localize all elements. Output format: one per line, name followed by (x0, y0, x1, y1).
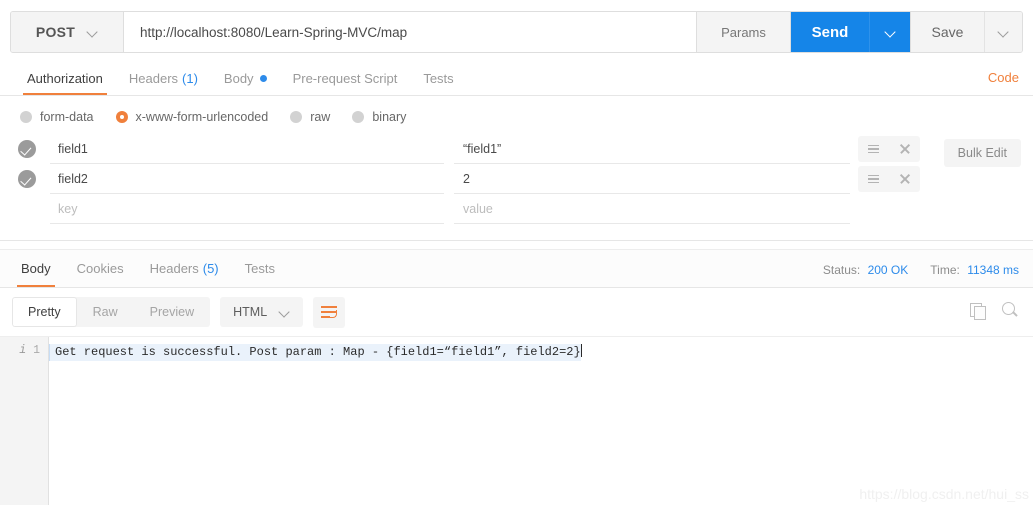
response-tab-tests[interactable]: Tests (232, 250, 288, 287)
row-actions (858, 166, 920, 192)
tab-authorization[interactable]: Authorization (14, 62, 116, 95)
param-value-input[interactable]: value (454, 195, 850, 224)
response-headers-count: (5) (202, 261, 219, 276)
response-tab-body[interactable]: Body (8, 250, 64, 287)
view-mode-raw[interactable]: Raw (77, 297, 134, 327)
code-link[interactable]: Code (988, 70, 1019, 85)
format-label: HTML (233, 305, 268, 319)
save-button[interactable]: Save (910, 12, 984, 52)
radio-form-data[interactable]: form-data (20, 110, 94, 124)
text-caret (580, 344, 582, 357)
chevron-down-icon (885, 27, 896, 38)
view-mode-group: Pretty Raw Preview (12, 297, 211, 327)
http-method-selector[interactable]: POST (11, 12, 124, 52)
row-actions (858, 136, 920, 162)
chevron-down-icon (279, 307, 290, 318)
body-type-radio-group: form-data x-www-form-urlencoded raw bina… (0, 103, 1033, 131)
radio-raw[interactable]: raw (290, 110, 330, 124)
response-pane: Body Cookies Headers (5) Tests Status: 2… (0, 249, 1033, 505)
tab-tests[interactable]: Tests (410, 62, 466, 95)
radio-selected-icon (115, 111, 128, 123)
request-tabs: Authorization Headers (1) Body Pre-reque… (0, 62, 1033, 96)
tab-label: Body (223, 71, 254, 86)
radio-label: x-www-form-urlencoded (135, 110, 269, 124)
delete-row-icon[interactable] (889, 166, 920, 192)
table-row: field2 2 (0, 164, 1033, 194)
param-key-input[interactable]: key (50, 195, 444, 224)
time-value: 11348 ms (967, 263, 1019, 277)
line-number: 1 (33, 344, 40, 357)
table-row-empty: key value (0, 194, 1033, 224)
params-table: field1 “field1” field2 2 key value (0, 134, 1033, 224)
radio-label: binary (372, 110, 407, 124)
table-row: field1 “field1” (0, 134, 1033, 164)
tab-label: Authorization (27, 71, 103, 86)
response-body-editor: i 1 Get request is successful. Post para… (0, 336, 1033, 505)
response-viewer-actions (970, 302, 1019, 320)
http-method-label: POST (35, 24, 76, 40)
chevron-down-icon (87, 27, 98, 38)
radio-label: form-data (40, 110, 94, 124)
word-wrap-icon (321, 306, 338, 318)
response-tab-cookies[interactable]: Cookies (64, 250, 137, 287)
time-badge: Time: 11348 ms (930, 263, 1019, 277)
delete-row-icon[interactable] (889, 136, 920, 162)
tab-label: Pre-request Script (292, 71, 398, 86)
params-button[interactable]: Params (697, 12, 791, 52)
radio-icon (290, 111, 303, 123)
status-label: Status: (822, 263, 861, 277)
tab-label: Headers (149, 261, 199, 276)
bulk-edit-button[interactable]: Bulk Edit (943, 139, 1021, 167)
word-wrap-button[interactable] (313, 296, 346, 328)
row-menu-icon[interactable] (858, 166, 889, 192)
pane-divider[interactable] (0, 240, 1033, 248)
response-viewer-toolbar: Pretty Raw Preview HTML (0, 288, 1033, 336)
save-options-button[interactable] (984, 12, 1022, 52)
tab-body[interactable]: Body (211, 62, 280, 95)
radio-label: raw (310, 110, 331, 124)
request-url-bar: POST http://localhost:8080/Learn-Spring-… (10, 11, 1023, 53)
row-menu-icon[interactable] (858, 136, 889, 162)
search-icon[interactable] (1002, 302, 1019, 319)
response-body-text: Get request is successful. Post param : … (49, 344, 581, 361)
param-value-input[interactable]: “field1” (454, 135, 850, 164)
radio-x-www-form-urlencoded[interactable]: x-www-form-urlencoded (115, 110, 269, 124)
send-button-group: Send (791, 12, 910, 52)
time-label: Time: (930, 263, 960, 277)
response-meta: Status: 200 OK Time: 11348 ms (823, 263, 1019, 277)
copy-icon[interactable] (970, 302, 986, 320)
url-input[interactable]: http://localhost:8080/Learn-Spring-MVC/m… (124, 12, 697, 52)
tab-label: Headers (128, 71, 179, 86)
response-tab-headers[interactable]: Headers (5) (137, 250, 232, 287)
radio-binary[interactable]: binary (352, 110, 406, 124)
view-mode-preview[interactable]: Preview (134, 297, 210, 327)
body-modified-dot-icon (259, 75, 267, 82)
param-value-input[interactable]: 2 (454, 165, 850, 194)
chevron-down-icon (998, 27, 1009, 38)
tab-label: Tests (244, 261, 275, 276)
editor-gutter: i 1 (0, 337, 49, 505)
tab-headers[interactable]: Headers (1) (116, 62, 211, 95)
send-options-button[interactable] (869, 12, 910, 52)
send-button[interactable]: Send (791, 12, 869, 52)
row-enabled-checkbox[interactable] (18, 140, 36, 158)
gutter-line: i 1 (0, 342, 48, 359)
tab-label: Tests (423, 71, 454, 86)
row-enabled-checkbox[interactable] (18, 170, 36, 188)
headers-count: (1) (182, 71, 198, 86)
view-mode-pretty[interactable]: Pretty (12, 297, 77, 327)
param-key-input[interactable]: field1 (50, 135, 444, 164)
tab-label: Body (21, 261, 51, 276)
status-value: 200 OK (867, 263, 909, 277)
tab-label: Cookies (76, 261, 124, 276)
format-selector[interactable]: HTML (220, 297, 304, 327)
editor-content[interactable]: Get request is successful. Post param : … (49, 337, 1033, 505)
row-enabled-checkbox[interactable] (18, 200, 36, 218)
tab-pre-request-script[interactable]: Pre-request Script (280, 62, 411, 95)
param-key-input[interactable]: field2 (50, 165, 444, 194)
info-icon[interactable]: i (19, 344, 26, 357)
status-badge: Status: 200 OK (823, 263, 908, 277)
radio-icon (352, 111, 365, 123)
radio-icon (20, 111, 32, 123)
